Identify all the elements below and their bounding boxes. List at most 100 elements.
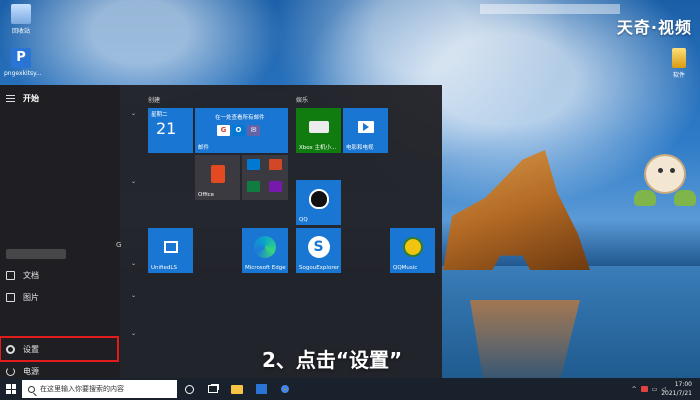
money-bag-icon xyxy=(674,190,696,206)
taskbar-search-box[interactable]: 在这里输入你要搜索的内容 xyxy=(22,380,177,398)
group-label-create: 创建 xyxy=(148,97,161,104)
hamster-eye xyxy=(670,168,675,173)
taskbar: 在这里输入你要搜索的内容 ^ ▭ ◁ 17:00 2021/7/21 xyxy=(0,378,700,400)
qq-penguin-icon xyxy=(308,188,329,209)
app-shortcut-icon: P xyxy=(11,48,31,68)
film-icon xyxy=(163,240,178,253)
onenote-app-icon xyxy=(269,181,282,192)
hamburger-menu-icon[interactable] xyxy=(6,95,15,102)
cortana-button[interactable] xyxy=(177,378,201,400)
rail-item-settings[interactable]: 设置 xyxy=(0,336,119,362)
chrome-button[interactable] xyxy=(273,378,297,400)
tile-office[interactable]: Office xyxy=(195,155,240,200)
rail-item-label: 文档 xyxy=(23,270,39,280)
network-icon[interactable]: ▭ xyxy=(652,386,658,393)
tray-chevron-icon[interactable]: ^ xyxy=(632,386,637,393)
app-shortcut-label: pngexkitsy... xyxy=(4,70,42,77)
rail-item-documents[interactable]: 文档 xyxy=(0,265,118,285)
office-icon xyxy=(210,164,225,183)
calendar-day: 21 xyxy=(156,119,177,138)
excel-app-icon xyxy=(247,181,260,192)
video-watermark: 天奇·视频 xyxy=(616,18,692,37)
tile-edge[interactable]: Microsoft Edge xyxy=(242,228,288,273)
chevron-down-icon[interactable]: ⌄ xyxy=(131,260,136,267)
start-header: 开始 xyxy=(6,93,39,104)
tile-movies[interactable]: 电影和电视 xyxy=(343,108,388,153)
chevron-down-icon[interactable]: ⌄ xyxy=(131,178,136,185)
taskbar-clock[interactable]: 17:00 2021/7/21 xyxy=(661,380,692,398)
xbox-console-icon xyxy=(308,120,329,133)
app-shortcut-desktop-icon[interactable]: P pngexkitsy... xyxy=(4,48,42,77)
powerpoint-app-icon xyxy=(269,159,282,170)
tile-label: 邮件 xyxy=(198,145,210,151)
search-icon xyxy=(28,385,35,393)
file-explorer-button[interactable] xyxy=(225,378,249,400)
hamster-body xyxy=(644,154,686,194)
calendar-weekday: 星期二 xyxy=(151,112,168,118)
clock-time: 17:00 xyxy=(674,381,692,388)
tile-qq[interactable]: QQ xyxy=(296,180,341,225)
tray-app-icon[interactable] xyxy=(640,386,648,392)
document-icon xyxy=(6,270,15,280)
app-list-column: ⌄ ⌄ ⌄ ⌄ ⌄ xyxy=(120,85,142,378)
tile-label: Office xyxy=(198,192,215,198)
sogou-browser-icon: S xyxy=(307,235,330,258)
chrome-icon xyxy=(279,383,291,395)
tutorial-caption: 2、点击“设置” xyxy=(262,348,403,372)
task-view-button[interactable] xyxy=(201,378,225,400)
chevron-down-icon[interactable]: ⌄ xyxy=(131,292,136,299)
folder-icon xyxy=(672,48,686,68)
recycle-bin-icon xyxy=(11,4,31,24)
rail-item-label: 设置 xyxy=(23,344,39,354)
start-title: 开始 xyxy=(23,94,39,103)
hamster-eye xyxy=(658,168,663,173)
start-button[interactable] xyxy=(0,378,22,400)
group-label-play: 娱乐 xyxy=(296,97,309,104)
windows-logo-icon xyxy=(6,384,16,394)
tile-sogou[interactable]: S SogouExplorer xyxy=(296,228,341,273)
search-placeholder: 在这里输入你要搜索的内容 xyxy=(40,385,124,393)
start-menu: 开始 文档 图片 设置 电源 ⌄ ⌄ ⌄ ⌄ ⌄ G 创建 娱乐 星期二 21 xyxy=(0,85,442,378)
tile-qqmusic[interactable]: QQMusic xyxy=(390,228,435,273)
yahoo-mail-icon: ✉ xyxy=(247,125,260,136)
mail-tile-headline: 在一处查看所有邮件 xyxy=(215,115,265,121)
software-folder-label: 软件 xyxy=(672,72,685,79)
app-list-letter: G xyxy=(116,241,122,249)
chevron-down-icon[interactable]: ⌄ xyxy=(131,110,136,117)
tile-label: Xbox 主机小... xyxy=(299,145,337,151)
tile-label: UnifiedLS xyxy=(151,265,177,271)
start-left-rail: 开始 文档 图片 设置 电源 xyxy=(0,85,120,378)
power-icon xyxy=(6,366,15,376)
rail-item-pictures[interactable]: 图片 xyxy=(0,287,118,307)
pictures-icon xyxy=(6,292,15,302)
tile-label: QQ xyxy=(299,217,308,223)
tile-label: QQMusic xyxy=(393,265,418,271)
user-account-row[interactable] xyxy=(6,249,66,259)
tile-office-apps[interactable] xyxy=(242,155,288,200)
top-strip xyxy=(480,4,620,14)
movies-tv-icon xyxy=(357,120,374,133)
store-button[interactable] xyxy=(249,378,273,400)
recycle-bin-desktop-icon[interactable]: 回收站 xyxy=(4,4,38,35)
tile-mail[interactable]: 在一处查看所有邮件 G O ✉ 邮件 xyxy=(195,108,288,153)
hamster-sticker xyxy=(634,150,696,210)
store-icon xyxy=(255,384,267,394)
tile-unifiedls[interactable]: UnifiedLS xyxy=(148,228,193,273)
tile-xbox[interactable]: Xbox 主机小... xyxy=(296,108,341,153)
tile-label: 电影和电视 xyxy=(346,145,374,151)
task-view-icon xyxy=(208,385,218,393)
tile-label: SogouExplorer xyxy=(299,265,340,271)
software-folder-desktop-icon[interactable]: 软件 xyxy=(662,48,696,79)
qq-music-icon xyxy=(402,236,423,257)
settings-gear-icon xyxy=(6,344,15,354)
google-mail-icon: G xyxy=(217,125,230,136)
outlook-mail-icon: O xyxy=(232,125,245,136)
cortana-icon xyxy=(184,384,194,394)
clock-date: 2021/7/21 xyxy=(661,390,692,397)
chevron-down-icon[interactable]: ⌄ xyxy=(131,330,136,337)
tile-calendar[interactable]: 星期二 21 xyxy=(148,108,193,153)
money-bag-icon xyxy=(634,190,656,206)
rail-item-label: 图片 xyxy=(23,292,39,302)
edge-browser-icon xyxy=(254,235,276,258)
folder-icon xyxy=(231,384,243,394)
